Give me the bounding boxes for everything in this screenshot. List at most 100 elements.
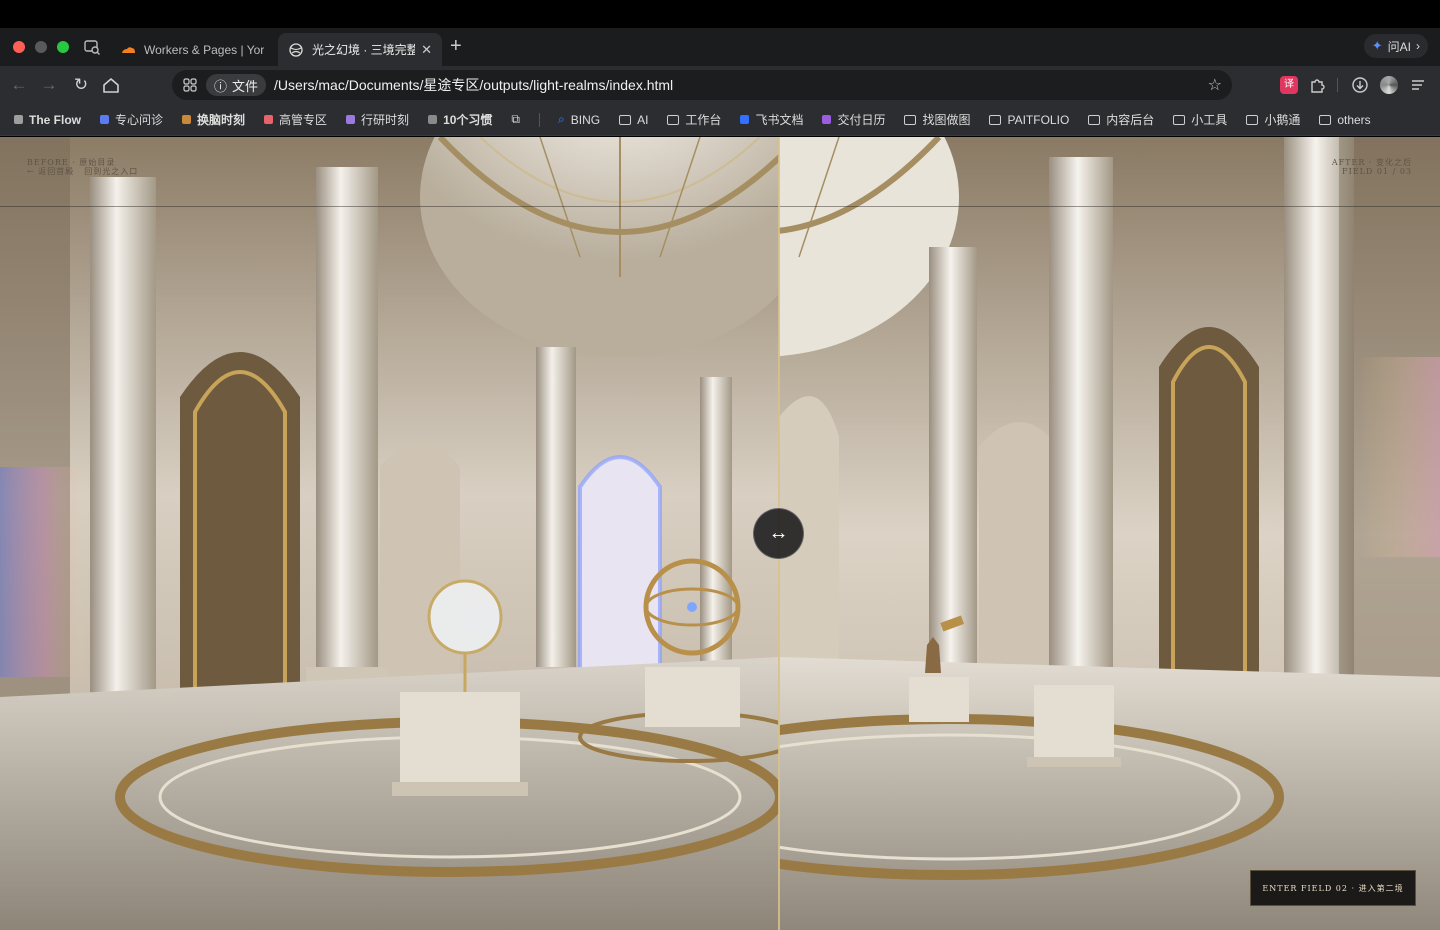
bookmark-tab-groups[interactable]: ⧉ (511, 112, 520, 127)
bookmark-the-flow[interactable]: The Flow (14, 113, 81, 127)
bookmark-label: The Flow (29, 112, 81, 127)
minimize-window-button[interactable] (35, 41, 47, 53)
page-viewport: BEFORE · 原始目录 ← 返回首殿 回到光之入口 AFTER · 变化之后… (0, 137, 1440, 930)
bookmark-label: PAITFOLIO (1007, 112, 1070, 127)
back-to-hall-link[interactable]: ← 返回首殿 (27, 167, 74, 177)
folder-dot-icon (346, 115, 356, 124)
apps-grid-icon[interactable] (182, 77, 198, 93)
tab-groups-icon: ⧉ (511, 112, 520, 126)
address-bar[interactable]: ⓘ 文件 /Users/mac/Documents/星途专区/outputs/l… (172, 70, 1232, 100)
top-nav: ← 返回首殿 回到光之入口 (27, 167, 138, 177)
chevron-right-icon: › (1416, 39, 1420, 53)
folder-icon (1173, 114, 1186, 125)
bookmark-label: others (1337, 112, 1371, 127)
site-chip-label: 文件 (232, 78, 259, 94)
bookmark-label: 高管专区 (279, 113, 328, 127)
bookmark-label: 小工具 (1191, 113, 1228, 127)
tab-workers-pages[interactable]: Workers & Pages | York (110, 33, 275, 66)
return-to-entrance-link[interactable]: 回到光之入口 (84, 167, 138, 177)
ask-ai-label: 问AI (1387, 39, 1411, 54)
bookmark-label: 小鹅通 (1264, 113, 1301, 127)
maximize-window-button[interactable] (57, 41, 69, 53)
bookmark-label: AI (637, 112, 649, 127)
folder-icon (1246, 114, 1259, 125)
browser-toolbar: ← → ↻ ⓘ 文件 /Users/mac/Documents/星途专区/out… (0, 66, 1440, 104)
folder-icon (989, 114, 1002, 125)
comparison-slider-handle[interactable]: ↔ (753, 508, 804, 559)
bookmark-label: 交付日历 (837, 113, 886, 127)
bookmark-label: 找图做图 (922, 113, 971, 127)
bookmark-label: 10个习惯 (443, 113, 493, 127)
folder-dot-icon (100, 115, 109, 124)
toolbar-divider (1337, 78, 1338, 92)
bookmark-label: 工作台 (685, 113, 722, 127)
marble-hall-before-illustration (0, 137, 779, 930)
tab-title: 光之幻境 · 三境完整 (312, 43, 416, 57)
sparkle-icon: ✦ (1371, 38, 1383, 53)
bookmark-zhuanxin[interactable]: 专心问诊 (100, 111, 163, 128)
close-window-button[interactable] (13, 41, 25, 53)
folder-dot-icon (428, 115, 438, 124)
reload-button[interactable]: ↻ (70, 74, 92, 96)
bookmark-folder-workbench[interactable]: 工作台 (667, 111, 721, 128)
bookmark-folder-content[interactable]: 内容后台 (1088, 111, 1154, 128)
folder-icon (904, 114, 917, 125)
bookmark-folder-images[interactable]: 找图做图 (904, 111, 970, 128)
bookmark-label: 行研时刻 (361, 113, 410, 127)
forward-button[interactable]: → (38, 74, 60, 96)
bookmark-folder-others[interactable]: others (1319, 112, 1371, 127)
header-rule (0, 206, 1440, 207)
bookmark-hangyan[interactable]: 行研时刻 (346, 111, 409, 128)
bookmark-label: 内容后台 (1106, 113, 1155, 127)
field-counter: FIELD 01 / 03 (1342, 167, 1412, 176)
tab-search-icon[interactable] (83, 38, 101, 56)
folder-dot-icon (14, 115, 23, 124)
bookmark-folder-ai[interactable]: AI (619, 113, 648, 127)
bookmark-folder-tools[interactable]: 小工具 (1173, 111, 1227, 128)
bookmark-star-icon[interactable]: ☆ (1208, 75, 1222, 95)
feishu-icon (740, 115, 750, 124)
tab-strip: Workers & Pages | York 光之幻境 · 三境完整 ✕ + ✦… (0, 28, 1440, 66)
system-menubar (0, 0, 1440, 28)
bookmark-bing[interactable]: ⌕ BING (558, 112, 600, 127)
folder-icon (1088, 114, 1101, 125)
bookmark-label: 专心问诊 (115, 113, 164, 127)
new-tab-button[interactable]: + (450, 36, 462, 56)
tab-title: Workers & Pages | York (144, 42, 265, 57)
folder-icon (1319, 114, 1332, 125)
bookmark-habits[interactable]: 10个习惯 (428, 111, 492, 128)
menu-icon[interactable] (1409, 76, 1427, 94)
bookmark-gaoguan[interactable]: 高管专区 (264, 111, 327, 128)
folder-icon (619, 114, 632, 125)
bookmark-label: 换脑时刻 (197, 113, 246, 127)
folder-icon (667, 114, 680, 125)
tab-light-realms[interactable]: 光之幻境 · 三境完整 ✕ (278, 33, 442, 66)
extensions-puzzle-icon[interactable] (1309, 76, 1327, 94)
ask-ai-button[interactable]: ✦ 问AI › (1363, 34, 1428, 58)
bookmarks-divider (539, 112, 540, 127)
close-tab-icon[interactable]: ✕ (421, 42, 432, 58)
enter-field-02-button[interactable]: ENTER FIELD 02 · 进入第二境 (1250, 870, 1416, 906)
search-icon: ⌕ (558, 112, 565, 126)
bookmark-label: BING (570, 112, 601, 127)
download-icon[interactable] (1351, 76, 1369, 94)
url-text[interactable]: /Users/mac/Documents/星途专区/outputs/light-… (274, 75, 1208, 95)
bookmark-feishu-docs[interactable]: 飞书文档 (740, 111, 803, 128)
bookmark-folder-xiaoe[interactable]: 小鹅通 (1246, 111, 1300, 128)
bookmarks-bar: The Flow 专心问诊 换脑时刻 高管专区 行研时刻 10个习惯 ⧉ ⌕ BI… (0, 104, 1440, 136)
before-image (0, 137, 779, 930)
marble-hall-after-illustration (779, 137, 1440, 930)
after-image (779, 137, 1440, 930)
bookmark-folder-paitfolio[interactable]: PAITFOLIO (989, 113, 1069, 127)
back-button[interactable]: ← (8, 74, 30, 96)
profile-avatar[interactable] (1380, 76, 1398, 94)
bookmark-delivery-calendar[interactable]: 交付日历 (822, 111, 885, 128)
site-info-chip[interactable]: ⓘ 文件 (206, 74, 267, 96)
bookmark-huannao[interactable]: 换脑时刻 (182, 111, 245, 128)
translate-extension-icon[interactable]: 译 (1280, 76, 1298, 94)
folder-dot-icon (264, 115, 274, 124)
calendar-app-icon (822, 115, 832, 124)
home-button[interactable] (100, 74, 122, 96)
horizontal-arrows-icon: ↔ (768, 522, 789, 544)
cloudflare-icon (122, 46, 135, 53)
